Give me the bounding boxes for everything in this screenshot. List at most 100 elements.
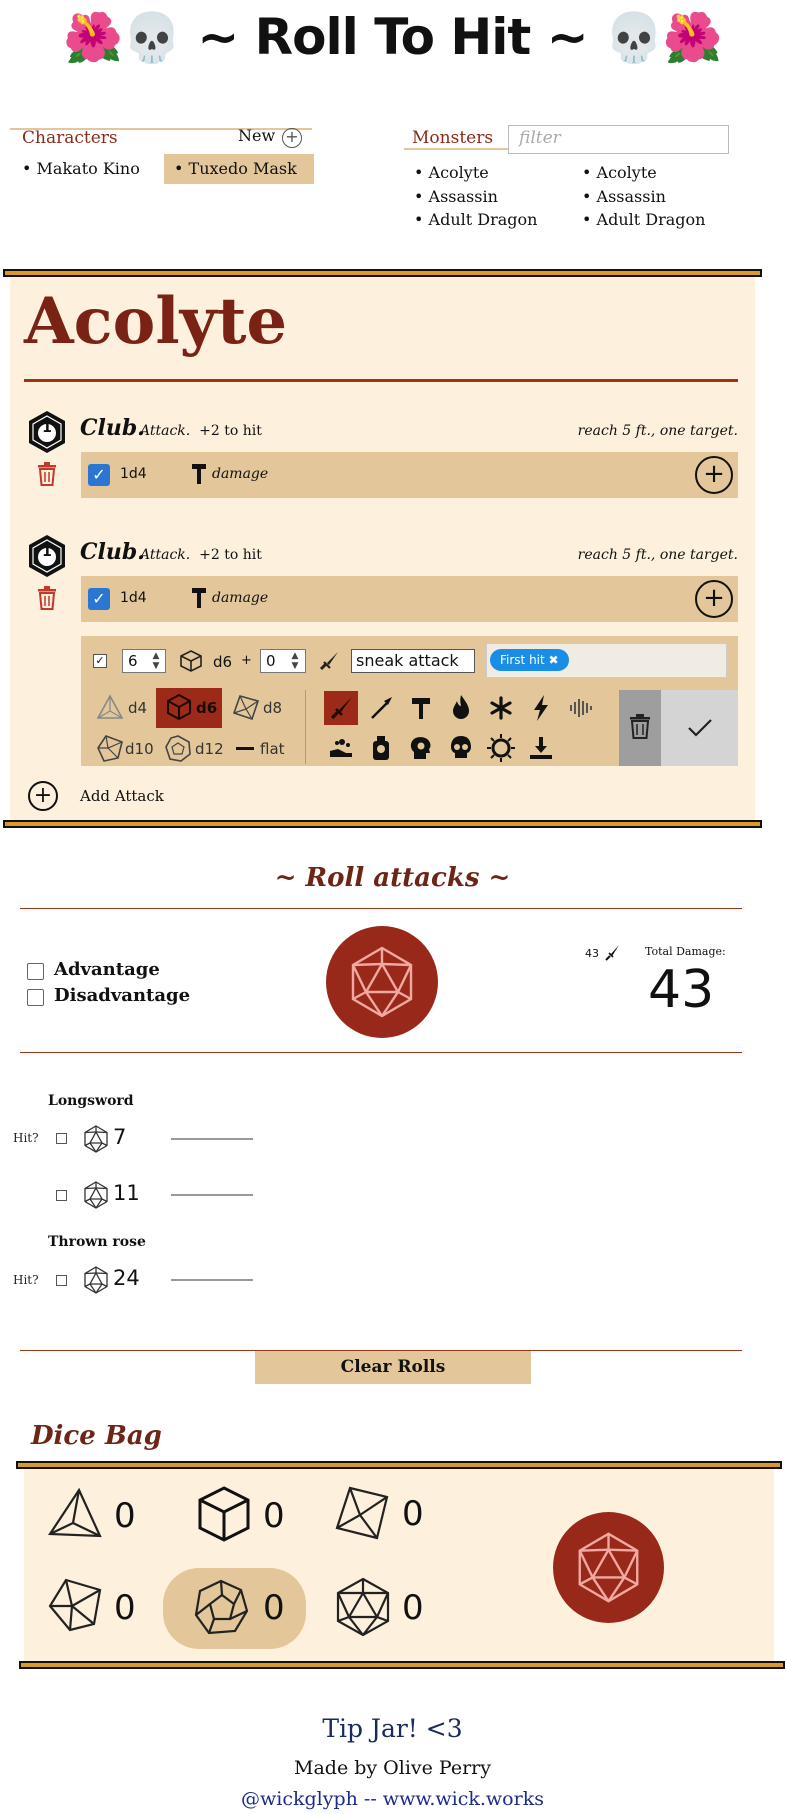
damage-type-spear-icon[interactable] — [364, 691, 398, 725]
tag-remove-icon[interactable]: ✖ — [549, 653, 559, 667]
attack-type: Attack. — [140, 547, 191, 563]
dagger-small-icon — [604, 944, 620, 962]
monster-name: Acolyte — [596, 163, 657, 182]
damage-type-acid-icon[interactable] — [324, 731, 358, 765]
attack-reach: reach 5 ft., one target. — [577, 423, 738, 439]
modifier-value: 0 — [266, 652, 276, 670]
monster-item[interactable]: • Assassin — [582, 185, 705, 209]
damage-checkbox[interactable]: ✓ — [88, 588, 110, 610]
damage-type-force-icon[interactable] — [524, 731, 558, 765]
editor-enable-checkbox[interactable]: ✓ — [93, 654, 107, 668]
damage-name-input[interactable]: sneak attack — [351, 649, 475, 673]
damage-type-hammer-icon[interactable] — [404, 691, 438, 725]
damage-row — [81, 576, 738, 622]
condition-tag[interactable]: First hit ✖ — [490, 649, 569, 671]
damage-type-lightning-icon[interactable] — [524, 691, 558, 725]
disadvantage-checkbox[interactable] — [27, 989, 44, 1006]
d20-small-icon — [83, 1181, 109, 1209]
bag-d20-count: 0 — [402, 1588, 424, 1628]
die-option-flat[interactable]: flat — [260, 740, 285, 758]
add-attack-label[interactable]: Add Attack — [80, 787, 164, 805]
monster-name: Assassin — [428, 186, 498, 206]
delete-damage-button[interactable] — [619, 690, 661, 766]
bag-d10-count: 0 — [114, 1588, 136, 1628]
modifier-stepper[interactable]: ▲ ▼ — [289, 651, 301, 671]
advantage-label[interactable]: Advantage — [54, 959, 160, 980]
d20-icon — [578, 1532, 639, 1603]
social-links[interactable]: @wickglyph -- www.wick.works — [0, 1788, 785, 1810]
attack-to-hit: +2 to hit — [199, 423, 262, 439]
trash-icon — [630, 714, 650, 739]
bag-d12-count: 0 — [263, 1588, 285, 1628]
d12-icon — [164, 734, 192, 762]
damage-type-fire-icon[interactable] — [444, 691, 478, 725]
bag-bottom-bar — [19, 1661, 785, 1669]
bag-d4-icon[interactable] — [46, 1486, 104, 1542]
bag-d10-icon[interactable] — [46, 1576, 104, 1634]
hit-checkbox[interactable] — [56, 1190, 67, 1201]
delete-attack-icon[interactable] — [36, 462, 58, 486]
die-option-d8[interactable]: d8 — [263, 699, 282, 717]
total-damage-label: Total Damage: — [645, 945, 726, 958]
damage-row — [81, 452, 738, 498]
bag-d8-icon[interactable] — [333, 1484, 391, 1542]
damage-type-cold-icon[interactable] — [484, 691, 518, 725]
new-character-button[interactable]: New — [238, 126, 275, 145]
app-header: 🌺💀 ~ Roll To Hit ~ 💀🌺 — [0, 8, 785, 66]
die-option-d10[interactable]: d10 — [125, 740, 154, 758]
die-option-d6-label: d6 — [196, 699, 218, 717]
hammer-icon — [191, 587, 207, 609]
add-character-icon[interactable]: + — [282, 128, 302, 148]
tip-jar-link[interactable]: Tip Jar! <3 — [0, 1714, 785, 1743]
monster-item[interactable]: • Acolyte — [582, 161, 705, 185]
character-item-selected[interactable]: • Tuxedo Mask — [164, 154, 314, 184]
sheet-bottom-bar — [3, 820, 762, 828]
dice-count-stepper[interactable]: ▲ ▼ — [150, 651, 162, 671]
damage-type-necrotic-icon[interactable] — [444, 731, 478, 765]
filter-placeholder: filter — [519, 128, 561, 148]
monster-item[interactable]: • Acolyte — [414, 161, 537, 185]
bag-d20-icon[interactable] — [334, 1576, 392, 1638]
clear-rolls-button[interactable]: Clear Rolls — [255, 1351, 531, 1384]
die-option-d4[interactable]: d4 — [128, 699, 147, 717]
monster-filter-input[interactable]: filter — [508, 125, 729, 154]
editor-die: d6 — [213, 653, 233, 671]
add-damage-button[interactable]: + — [695, 580, 733, 618]
bag-d6-count: 0 — [263, 1496, 285, 1536]
monster-item[interactable]: • Assassin — [414, 185, 537, 209]
damage-checkbox[interactable]: ✓ — [88, 464, 110, 486]
bag-d12-icon[interactable] — [192, 1578, 250, 1638]
d4-icon — [96, 693, 124, 721]
damage-type-radiant-icon[interactable] — [484, 731, 518, 765]
damage-name-value: sneak attack — [356, 651, 459, 670]
add-damage-button[interactable]: + — [695, 456, 733, 494]
damage-label: damage — [212, 466, 269, 482]
die-option-d12[interactable]: d12 — [195, 740, 224, 758]
roll-bag-button[interactable] — [553, 1512, 664, 1623]
monster-item[interactable]: • Adult Dragon — [582, 208, 705, 232]
damage-type-piercing[interactable] — [324, 691, 358, 725]
advantage-checkbox[interactable] — [27, 963, 44, 980]
damage-type-poison-icon[interactable] — [364, 731, 398, 765]
roll-bottom-rule — [20, 1052, 742, 1053]
roll-damage-line — [171, 1279, 253, 1281]
monster-item[interactable]: • Adult Dragon — [414, 208, 537, 232]
damage-label: damage — [212, 590, 269, 606]
bag-d6-icon[interactable] — [196, 1484, 252, 1544]
roll-section-title: ~ Roll attacks ~ — [274, 863, 511, 893]
damage-type-thunder-icon[interactable] — [564, 691, 598, 725]
badge-number: 1 — [42, 544, 52, 560]
confirm-damage-button[interactable] — [661, 690, 738, 766]
app-title: ~ Roll To Hit ~ — [197, 8, 588, 66]
character-item[interactable]: • Makato Kino — [22, 159, 140, 178]
hit-checkbox[interactable] — [56, 1133, 67, 1144]
roll-d20-button[interactable] — [326, 926, 438, 1038]
editor-plus: + — [241, 653, 252, 668]
add-attack-button[interactable]: + — [28, 781, 58, 811]
disadvantage-label[interactable]: Disadvantage — [54, 985, 190, 1006]
damage-type-psychic-icon[interactable] — [404, 731, 438, 765]
delete-attack-icon[interactable] — [36, 586, 58, 610]
attack-meta: Attack. +2 to hit — [140, 423, 262, 439]
hit-checkbox[interactable] — [56, 1275, 67, 1286]
attack-name: Club. — [80, 539, 145, 565]
